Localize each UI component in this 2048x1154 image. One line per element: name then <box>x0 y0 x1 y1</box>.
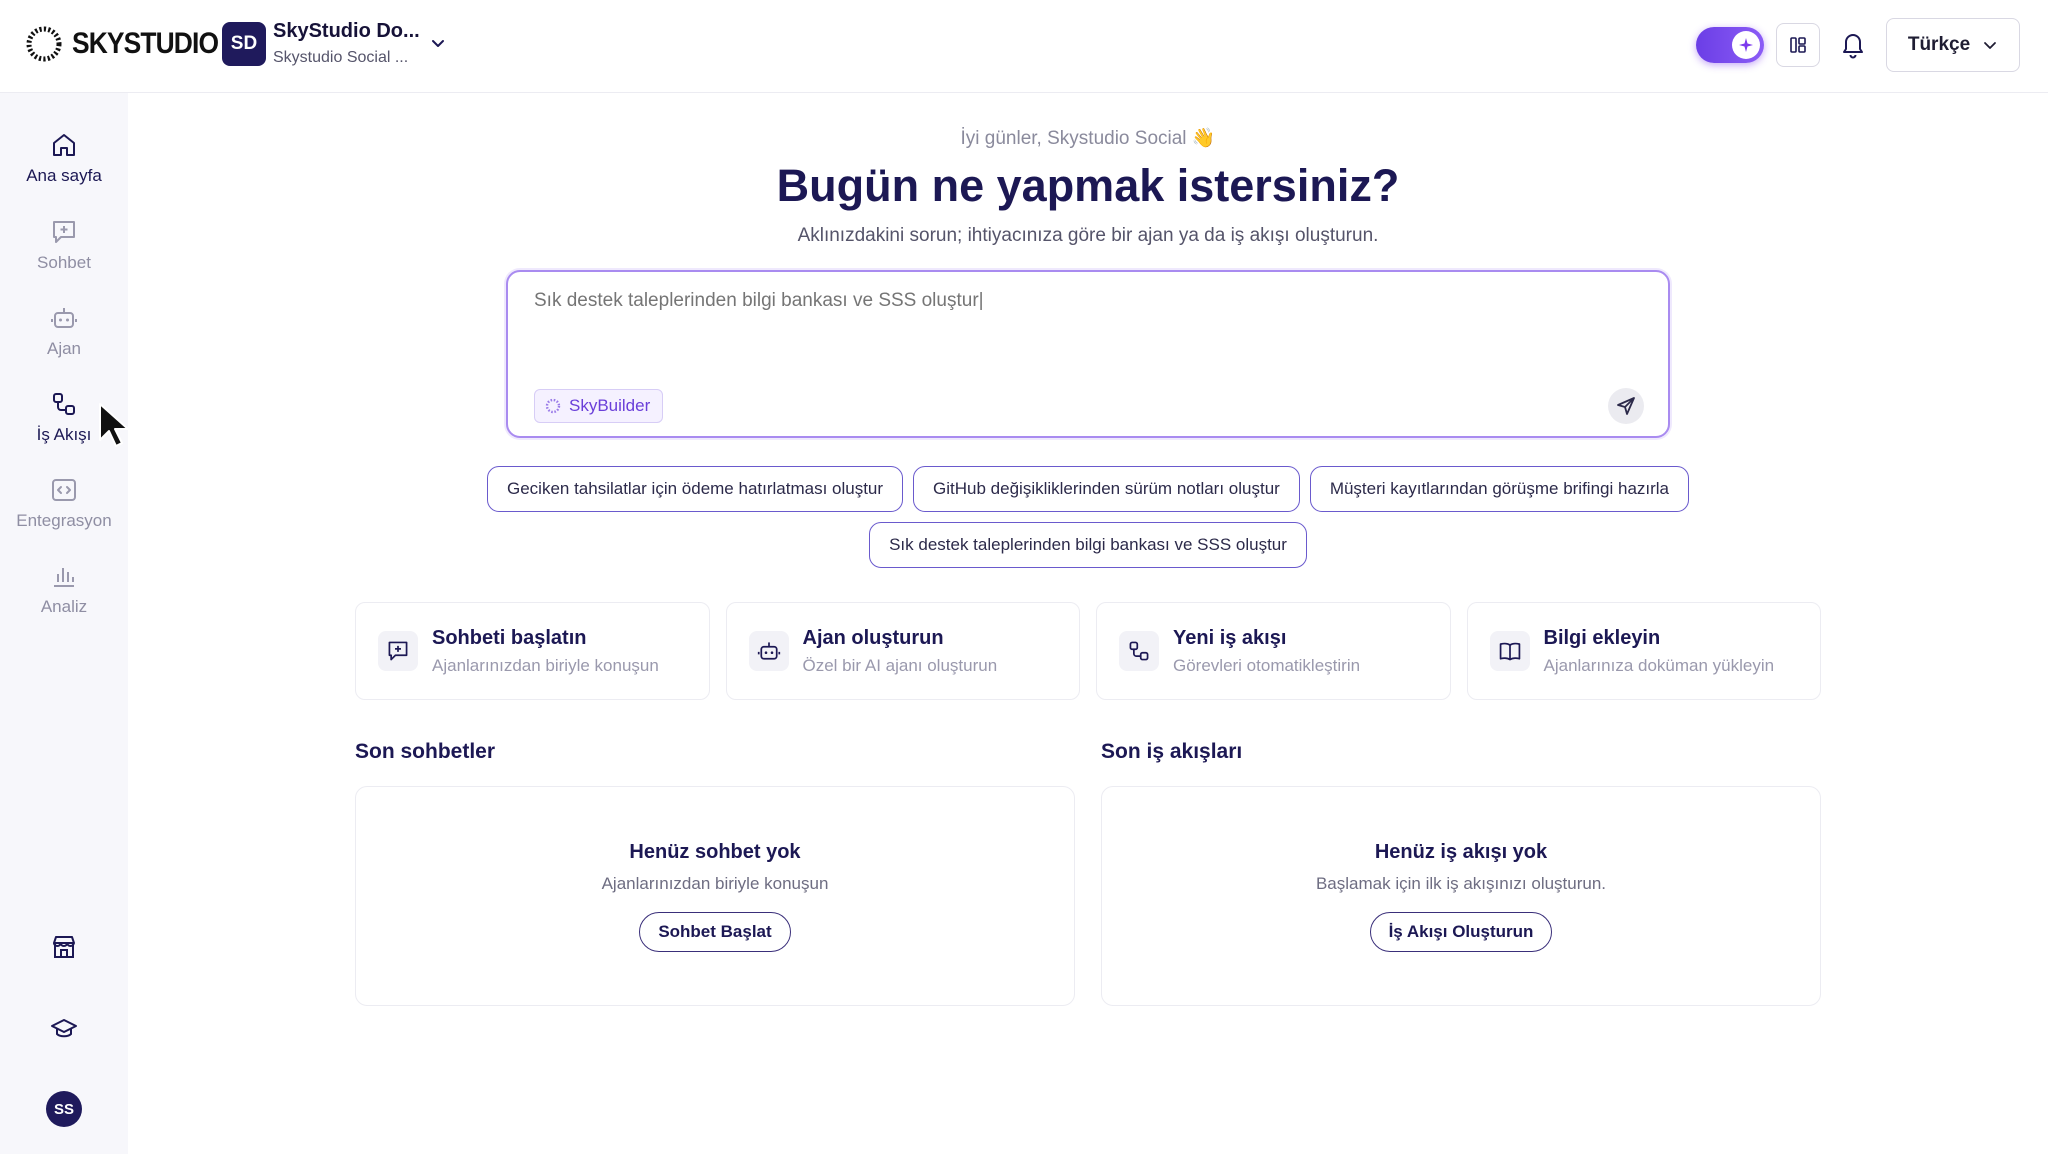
card-desc: Görevleri otomatikleştirin <box>1173 655 1361 675</box>
page-title: Bugün ne yapmak istersiniz? <box>776 160 1400 211</box>
quick-action-cards: Sohbeti başlatın Ajanlarınızdan biriyle … <box>355 602 1821 700</box>
recent-chats-panel: Henüz sohbet yok Ajanlarınızdan biriyle … <box>355 786 1075 1006</box>
sidebar-item-label: Sohbet <box>37 253 91 272</box>
sidebar: Ana sayfa Sohbet Ajan İş Akışı Entegrasy… <box>0 93 128 1154</box>
skybuilder-icon <box>545 398 561 414</box>
chevron-down-icon <box>1982 37 1998 53</box>
sidebar-academy[interactable] <box>0 1015 128 1043</box>
sidebar-item-analytics[interactable]: Analiz <box>0 562 128 617</box>
logo[interactable]: SKYSTUDIO <box>24 24 238 64</box>
card-title: Ajan oluşturun <box>802 626 944 649</box>
language-label: Türkçe <box>1907 34 1971 55</box>
send-icon <box>1616 396 1636 416</box>
recent-workflows-panel: Henüz iş akışı yok Başlamak için ilk iş … <box>1101 786 1821 1006</box>
chat-plus-icon <box>50 218 78 246</box>
suggestion-chip[interactable]: Sık destek taleplerinden bilgi bankası v… <box>869 522 1307 568</box>
workflow-icon <box>50 390 78 418</box>
card-new-workflow[interactable]: Yeni iş akışı Görevleri otomatikleştirin <box>1096 602 1451 700</box>
sidebar-item-label: Entegrasyon <box>16 511 112 530</box>
workspace-name[interactable]: SkyStudio Do... <box>273 20 420 43</box>
empty-state-title: Henüz sohbet yok <box>629 841 801 863</box>
store-icon <box>50 933 78 961</box>
card-add-knowledge[interactable]: Bilgi ekleyin Ajanlarınıza doküman yükle… <box>1466 602 1821 700</box>
empty-state-desc: Başlamak için ilk iş akışınızı oluşturun… <box>1315 874 1607 893</box>
workspace-subtitle: Skystudio Social ... <box>273 49 409 66</box>
empty-state-desc: Ajanlarınızdan biriyle konuşun <box>601 874 829 893</box>
suggestion-chip[interactable]: Geciken tahsilatlar için ödeme hatırlatm… <box>486 466 904 512</box>
card-desc: Ajanlarınızdan biriyle konuşun <box>432 655 659 675</box>
bar-chart-icon <box>50 562 78 590</box>
mouse-cursor-icon <box>98 402 134 448</box>
workspace-avatar[interactable]: SD <box>222 22 266 66</box>
sidebar-item-agent[interactable]: Ajan <box>0 304 128 359</box>
sparkle-icon <box>1732 31 1760 59</box>
chat-plus-icon <box>378 631 418 671</box>
card-desc: Ajanlarınıza doküman yükleyin <box>1543 655 1775 675</box>
card-create-agent[interactable]: Ajan oluşturun Özel bir AI ajanı oluştur… <box>725 602 1080 700</box>
skybuilder-chip[interactable]: SkyBuilder <box>534 389 664 423</box>
page-subtitle: Aklınızdakini sorun; ihtiyacınıza göre b… <box>797 225 1379 246</box>
logo-text: SKYSTUDIO <box>72 27 219 60</box>
panels-icon <box>1789 36 1807 54</box>
sidebar-item-label: Analiz <box>40 597 88 616</box>
bot-icon <box>50 304 78 332</box>
prompt-box: SkyBuilder <box>506 270 1670 438</box>
ai-mode-toggle[interactable] <box>1696 27 1764 63</box>
top-bar: SKYSTUDIO SD SkyStudio Do... Skystudio S… <box>0 0 2048 93</box>
layout-toggle-button[interactable] <box>1776 23 1820 67</box>
sidebar-item-label: Ana sayfa <box>26 166 102 185</box>
sidebar-item-chat[interactable]: Sohbet <box>0 218 128 273</box>
card-title: Bilgi ekleyin <box>1543 626 1661 649</box>
recent-chats-title: Son sohbetler <box>355 740 496 763</box>
send-button[interactable] <box>1608 388 1644 424</box>
suggestion-chip[interactable]: GitHub değişikliklerinden sürüm notları … <box>913 466 1300 512</box>
prompt-input[interactable] <box>534 290 1534 312</box>
code-icon <box>50 476 78 504</box>
book-icon <box>1489 631 1530 671</box>
card-desc: Özel bir AI ajanı oluşturun <box>802 655 998 675</box>
language-select[interactable]: Türkçe <box>1886 18 2020 72</box>
avatar[interactable]: SS <box>46 1091 82 1127</box>
empty-state-title: Henüz iş akışı yok <box>1374 841 1548 863</box>
workflow-icon <box>1119 631 1159 671</box>
suggestion-chips: Geciken tahsilatlar için ödeme hatırlatm… <box>128 466 2048 578</box>
sidebar-user[interactable]: SS <box>0 1091 128 1127</box>
graduation-cap-icon <box>50 1015 78 1043</box>
card-title: Yeni iş akışı <box>1173 626 1287 649</box>
suggestion-chip[interactable]: Müşteri kayıtlarından görüşme brifingi h… <box>1309 466 1690 512</box>
greeting: İyi günler, Skystudio Social 👋 <box>960 128 1216 149</box>
home-icon <box>50 131 78 159</box>
workspace-chevron-down-icon[interactable] <box>428 33 448 53</box>
sidebar-item-integration[interactable]: Entegrasyon <box>0 476 128 531</box>
card-start-chat[interactable]: Sohbeti başlatın Ajanlarınızdan biriyle … <box>355 602 710 700</box>
start-chat-button[interactable]: Sohbet Başlat <box>639 912 791 952</box>
sidebar-item-home[interactable]: Ana sayfa <box>0 131 128 186</box>
sidebar-marketplace[interactable] <box>0 933 128 961</box>
sidebar-item-label: Ajan <box>46 339 82 358</box>
card-title: Sohbeti başlatın <box>432 626 587 649</box>
recent-workflows-title: Son iş akışları <box>1101 740 1243 763</box>
bot-icon <box>748 631 789 671</box>
skybuilder-label: SkyBuilder <box>569 396 651 415</box>
sidebar-item-label: İş Akışı <box>36 425 92 444</box>
create-workflow-button[interactable]: İş Akışı Oluşturun <box>1369 912 1553 952</box>
logo-mark-icon <box>24 24 64 64</box>
bell-icon[interactable] <box>1840 31 1866 59</box>
